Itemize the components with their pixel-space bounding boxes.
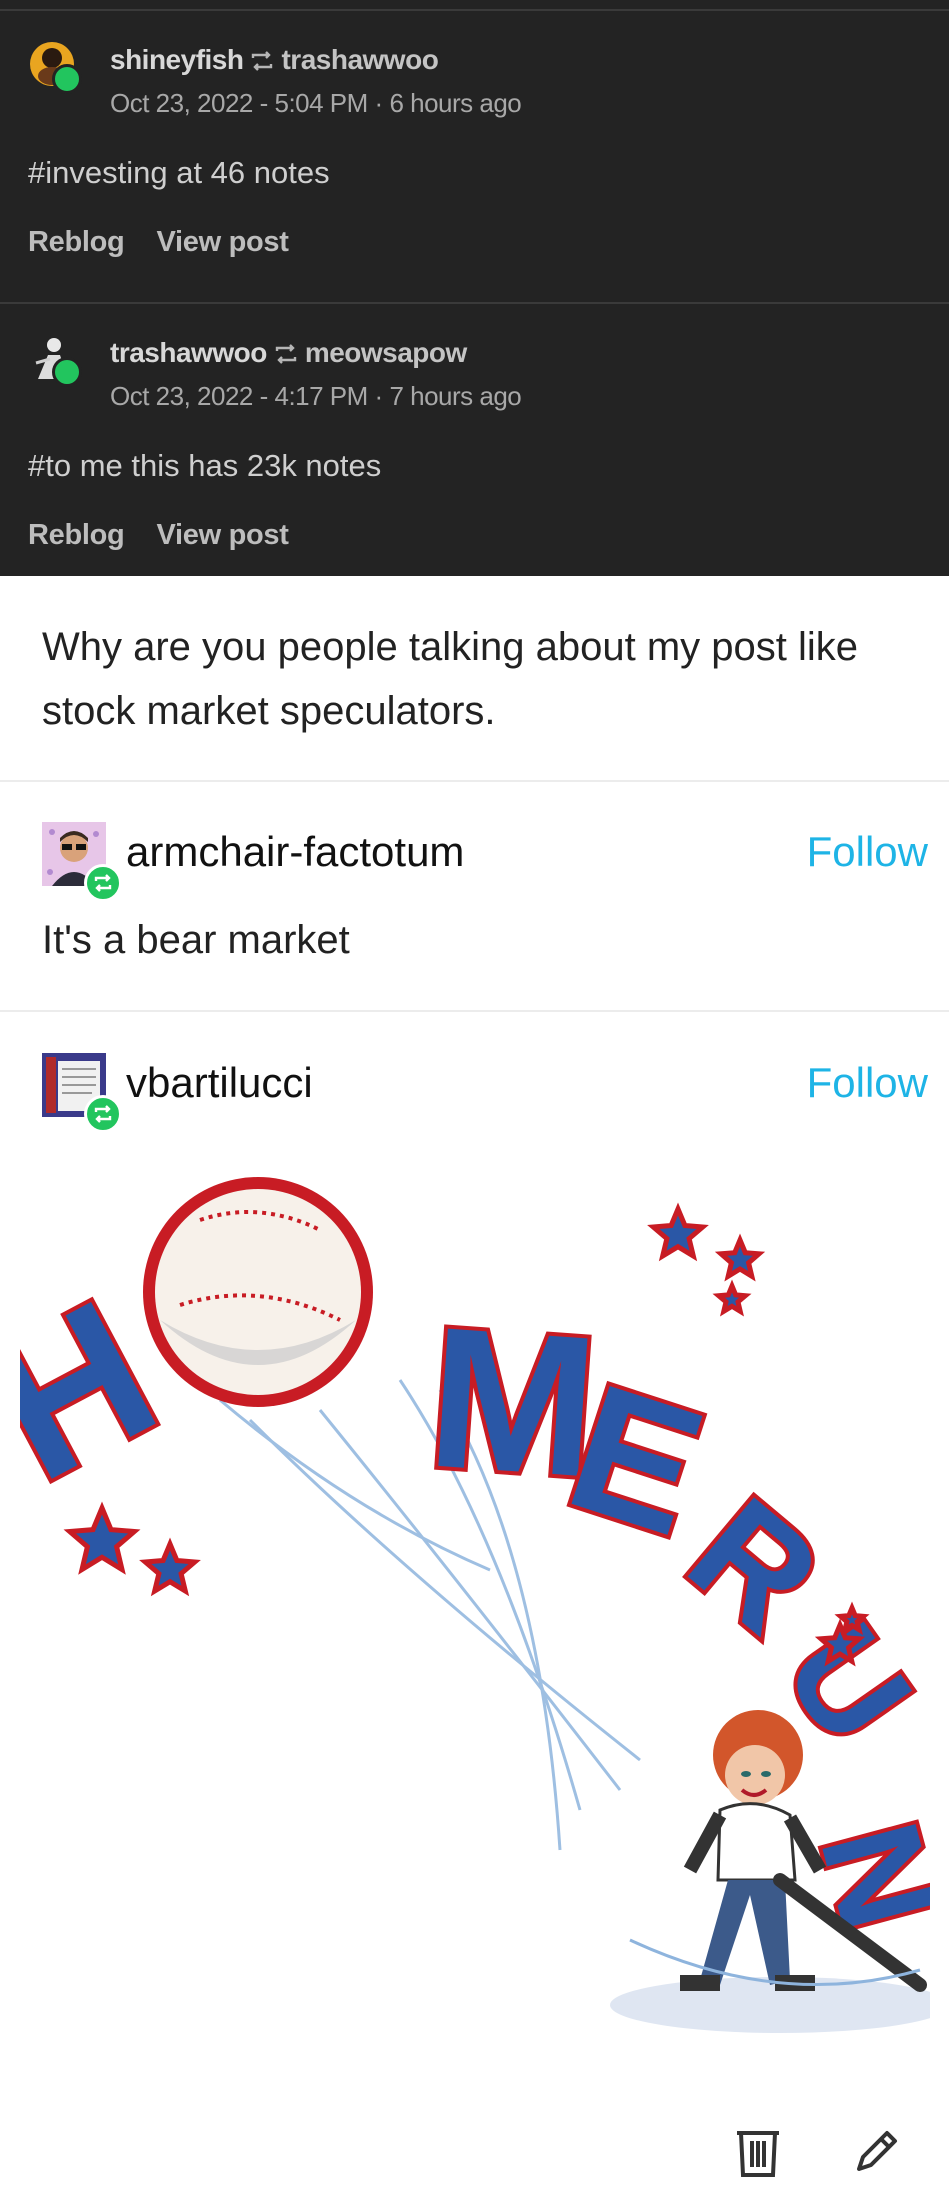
note-source-username[interactable]: meowsapow (305, 337, 467, 368)
divider (0, 780, 949, 782)
divider (0, 9, 949, 11)
follow-button[interactable]: Follow (807, 1059, 928, 1107)
note-relative-time: 6 hours ago (389, 88, 522, 118)
reblog-link[interactable]: Reblog (28, 226, 125, 258)
reblog-badge-icon (84, 864, 122, 902)
dot-separator: · (374, 381, 390, 411)
star-icon (647, 1202, 709, 1262)
reblog-link[interactable]: Reblog (28, 519, 125, 551)
avatar[interactable] (42, 822, 122, 902)
divider (0, 1010, 949, 1012)
reblog-badge-icon (84, 1095, 122, 1133)
reblog-body: It's a bear market (42, 918, 350, 962)
star-icon (834, 1601, 870, 1635)
star-icon (712, 1279, 752, 1317)
pencil-icon[interactable] (849, 2125, 903, 2179)
note-tags: #investing at 46 notes (28, 155, 330, 190)
reblog-username[interactable]: vbartilucci (126, 1059, 313, 1107)
view-post-link[interactable]: View post (156, 519, 288, 551)
view-post-link[interactable]: View post (156, 226, 288, 258)
avatar[interactable] (28, 333, 82, 387)
note-date: Oct 23, 2022 - 4:17 PM (110, 381, 368, 411)
reblog-username[interactable]: armchair-factotum (126, 828, 464, 876)
reblog-badge-icon (52, 357, 82, 387)
star-icon (714, 1233, 766, 1282)
reblog-header: vbartilucci Follow (0, 1053, 949, 1133)
note-source-username[interactable]: trashawwoo (281, 44, 438, 75)
note-relative-time: 7 hours ago (389, 381, 522, 411)
sticker-letter: N (791, 1807, 930, 1945)
home-run-sticker-image: HMERUN (0, 1150, 949, 2085)
note-username[interactable]: shineyfish (110, 44, 244, 75)
original-post-body: Why are you people talking about my post… (42, 625, 858, 733)
dot-separator: · (374, 88, 390, 118)
star-icon (63, 1501, 141, 1575)
reblog-icon (249, 48, 275, 80)
reblog-header: armchair-factotum Follow (0, 822, 949, 902)
reblog-icon (273, 341, 299, 373)
divider (0, 302, 949, 304)
notes-screenshot: shineyfish trashawwoo Oct 23, 2022 - 5:04… (0, 0, 949, 576)
sticker-letter: R (659, 1466, 850, 1664)
avatar[interactable] (42, 1053, 122, 1133)
follow-button[interactable]: Follow (807, 828, 928, 876)
note-username[interactable]: trashawwoo (110, 337, 267, 368)
note-tags: #to me this has 23k notes (28, 448, 382, 483)
avatar[interactable] (28, 40, 82, 94)
reblog-badge-icon (52, 64, 82, 94)
star-icon (139, 1537, 201, 1597)
baseball-icon (143, 1177, 373, 1407)
note-date: Oct 23, 2022 - 5:04 PM (110, 88, 368, 118)
trash-icon[interactable] (731, 2125, 785, 2179)
